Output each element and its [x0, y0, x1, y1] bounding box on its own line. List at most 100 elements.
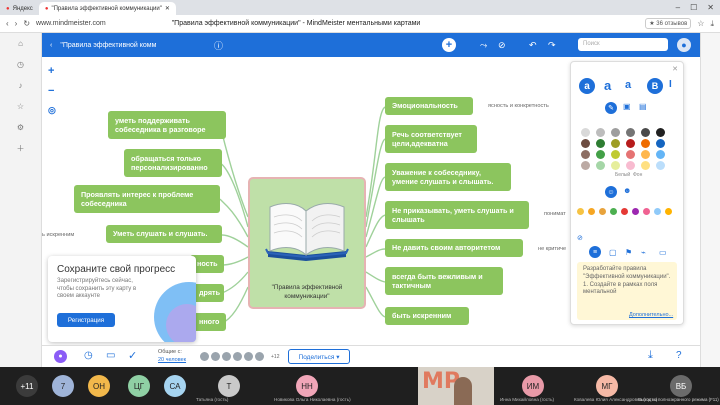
- emoji-icon[interactable]: [610, 208, 617, 215]
- register-button[interactable]: Регистрация: [57, 313, 115, 327]
- emoji-icon[interactable]: [599, 208, 606, 215]
- color-swatch[interactable]: [581, 139, 590, 148]
- center-map-icon[interactable]: ◎: [48, 105, 56, 116]
- style-tab-icon[interactable]: ✎: [605, 102, 617, 114]
- participant-avatar[interactable]: ВБ: [670, 375, 692, 397]
- close-tab-icon[interactable]: ✕: [165, 5, 170, 12]
- color-swatch[interactable]: [596, 150, 605, 159]
- scrollbar[interactable]: [700, 33, 720, 367]
- user-avatar[interactable]: ●: [677, 38, 691, 52]
- bell-icon[interactable]: ♪: [15, 79, 27, 91]
- share-button[interactable]: Поделиться ▾: [288, 349, 350, 364]
- download-icon[interactable]: ⤓: [648, 349, 653, 362]
- topic-node[interactable]: Проявлять интерес к проблеме собеседника: [74, 185, 220, 213]
- participant-avatar[interactable]: НН: [296, 375, 318, 397]
- emoji-icon[interactable]: [588, 208, 595, 215]
- participant-avatar[interactable]: 7: [52, 375, 74, 397]
- topic-node[interactable]: быть искренним: [385, 307, 469, 325]
- color-swatch[interactable]: [611, 139, 620, 148]
- participant-avatar[interactable]: ОН: [88, 375, 110, 397]
- icons-tab-icon[interactable]: ☻: [623, 186, 631, 195]
- participant-avatar[interactable]: ЦГ: [128, 375, 150, 397]
- font-size-large-button[interactable]: a: [579, 78, 595, 94]
- collaborator-avatar[interactable]: [211, 352, 220, 361]
- emoji-icon[interactable]: [577, 208, 584, 215]
- color-swatch[interactable]: [626, 128, 635, 137]
- participant-avatar[interactable]: ИМ: [522, 375, 544, 397]
- bookmark-icon[interactable]: ☆: [697, 19, 704, 28]
- emoji-icon[interactable]: [632, 208, 639, 215]
- topic-node[interactable]: Не давить своим авторитетом: [385, 239, 523, 257]
- color-swatch[interactable]: [596, 161, 605, 170]
- close-window-icon[interactable]: ✕: [707, 3, 714, 12]
- color-swatch[interactable]: [656, 139, 665, 148]
- emoji-icon[interactable]: [621, 208, 628, 215]
- reload-icon[interactable]: ↻: [23, 19, 30, 28]
- collaborator-avatar[interactable]: [222, 352, 231, 361]
- forward-icon[interactable]: ›: [15, 19, 18, 28]
- topic-node[interactable]: обращаться только персонализированно: [124, 149, 222, 177]
- image-tab-icon[interactable]: ▣: [623, 102, 631, 111]
- connect-icon[interactable]: ⤳: [480, 40, 487, 51]
- collaborator-avatar[interactable]: [200, 352, 209, 361]
- color-swatch[interactable]: [656, 128, 665, 137]
- topic-node[interactable]: Уважение к собеседнику, умение слушать и…: [385, 163, 511, 191]
- info-icon[interactable]: ⓘ: [214, 39, 223, 52]
- central-topic[interactable]: "Правила эффективной коммуникации": [248, 177, 366, 309]
- more-link[interactable]: Дополнительно...: [629, 312, 673, 318]
- comment-icon[interactable]: ▢: [609, 248, 617, 257]
- browser-tab-mindmeister[interactable]: ● "Правила эффективной коммуникации" ✕: [38, 2, 176, 15]
- color-swatch[interactable]: [611, 150, 620, 159]
- delete-icon[interactable]: ⊘: [498, 40, 506, 51]
- collaborator-avatar[interactable]: [233, 352, 242, 361]
- video-icon[interactable]: ▭: [659, 248, 667, 257]
- color-swatch[interactable]: [641, 128, 650, 137]
- color-swatch[interactable]: [611, 128, 620, 137]
- clock-icon[interactable]: ◷: [15, 58, 27, 70]
- present-icon[interactable]: ▭: [106, 350, 115, 361]
- download-icon[interactable]: ⤓: [710, 19, 714, 29]
- shared-count-link[interactable]: 20 человек: [158, 357, 186, 363]
- topic-node[interactable]: Не приказывать, уметь слушать и слышать: [385, 201, 529, 229]
- emoji-tab-icon[interactable]: ☺: [605, 186, 617, 198]
- check-icon[interactable]: ✓: [128, 349, 137, 362]
- topic-node[interactable]: всегда быть вежливым и тактичным: [385, 267, 503, 295]
- attachment-icon[interactable]: ⌁: [641, 248, 646, 257]
- topic-node[interactable]: Речь соответствует цели,адекватна: [385, 125, 477, 153]
- back-arrow-icon[interactable]: ‹: [50, 42, 52, 49]
- plus-icon[interactable]: ＋: [15, 142, 27, 154]
- star-icon[interactable]: ☆: [15, 100, 27, 112]
- participant-avatar[interactable]: МГ: [596, 375, 618, 397]
- color-swatch[interactable]: [581, 150, 590, 159]
- undo-icon[interactable]: ↶: [529, 40, 537, 51]
- color-swatch[interactable]: [656, 161, 665, 170]
- maximize-icon[interactable]: ☐: [690, 3, 697, 12]
- emoji-icon[interactable]: [654, 208, 661, 215]
- back-icon[interactable]: ‹: [6, 19, 9, 28]
- minimize-icon[interactable]: –: [676, 3, 680, 12]
- color-swatch[interactable]: [641, 150, 650, 159]
- emoji-icon[interactable]: [643, 208, 650, 215]
- emoji-icon[interactable]: [665, 208, 672, 215]
- collaborator-avatar[interactable]: [244, 352, 253, 361]
- color-swatch[interactable]: [626, 150, 635, 159]
- color-swatch[interactable]: [611, 161, 620, 170]
- reviews-badge[interactable]: ★ 36 отзывов: [645, 18, 692, 29]
- redo-icon[interactable]: ↷: [548, 40, 556, 51]
- topic-node[interactable]: уметь поддерживать собеседника в разгово…: [108, 111, 226, 139]
- participant-avatar[interactable]: СА: [164, 375, 186, 397]
- font-size-small-button[interactable]: a: [625, 79, 631, 91]
- search-input[interactable]: Поиск: [578, 38, 668, 51]
- browser-tab-yandex[interactable]: ● Яндекс: [0, 2, 39, 15]
- note-tab-icon[interactable]: ≡: [589, 246, 601, 258]
- add-topic-button[interactable]: +: [442, 38, 456, 52]
- topic-node[interactable]: Уметь слушать и слушать.: [106, 225, 222, 243]
- color-swatch[interactable]: [596, 128, 605, 137]
- color-swatch[interactable]: [641, 139, 650, 148]
- topic-node[interactable]: Эмоциональность: [385, 97, 473, 115]
- participant-avatar[interactable]: Т: [218, 375, 240, 397]
- link-icon[interactable]: ⊘: [577, 234, 583, 242]
- participant-avatar[interactable]: +11: [16, 375, 38, 397]
- color-swatch[interactable]: [641, 161, 650, 170]
- color-swatch[interactable]: [596, 139, 605, 148]
